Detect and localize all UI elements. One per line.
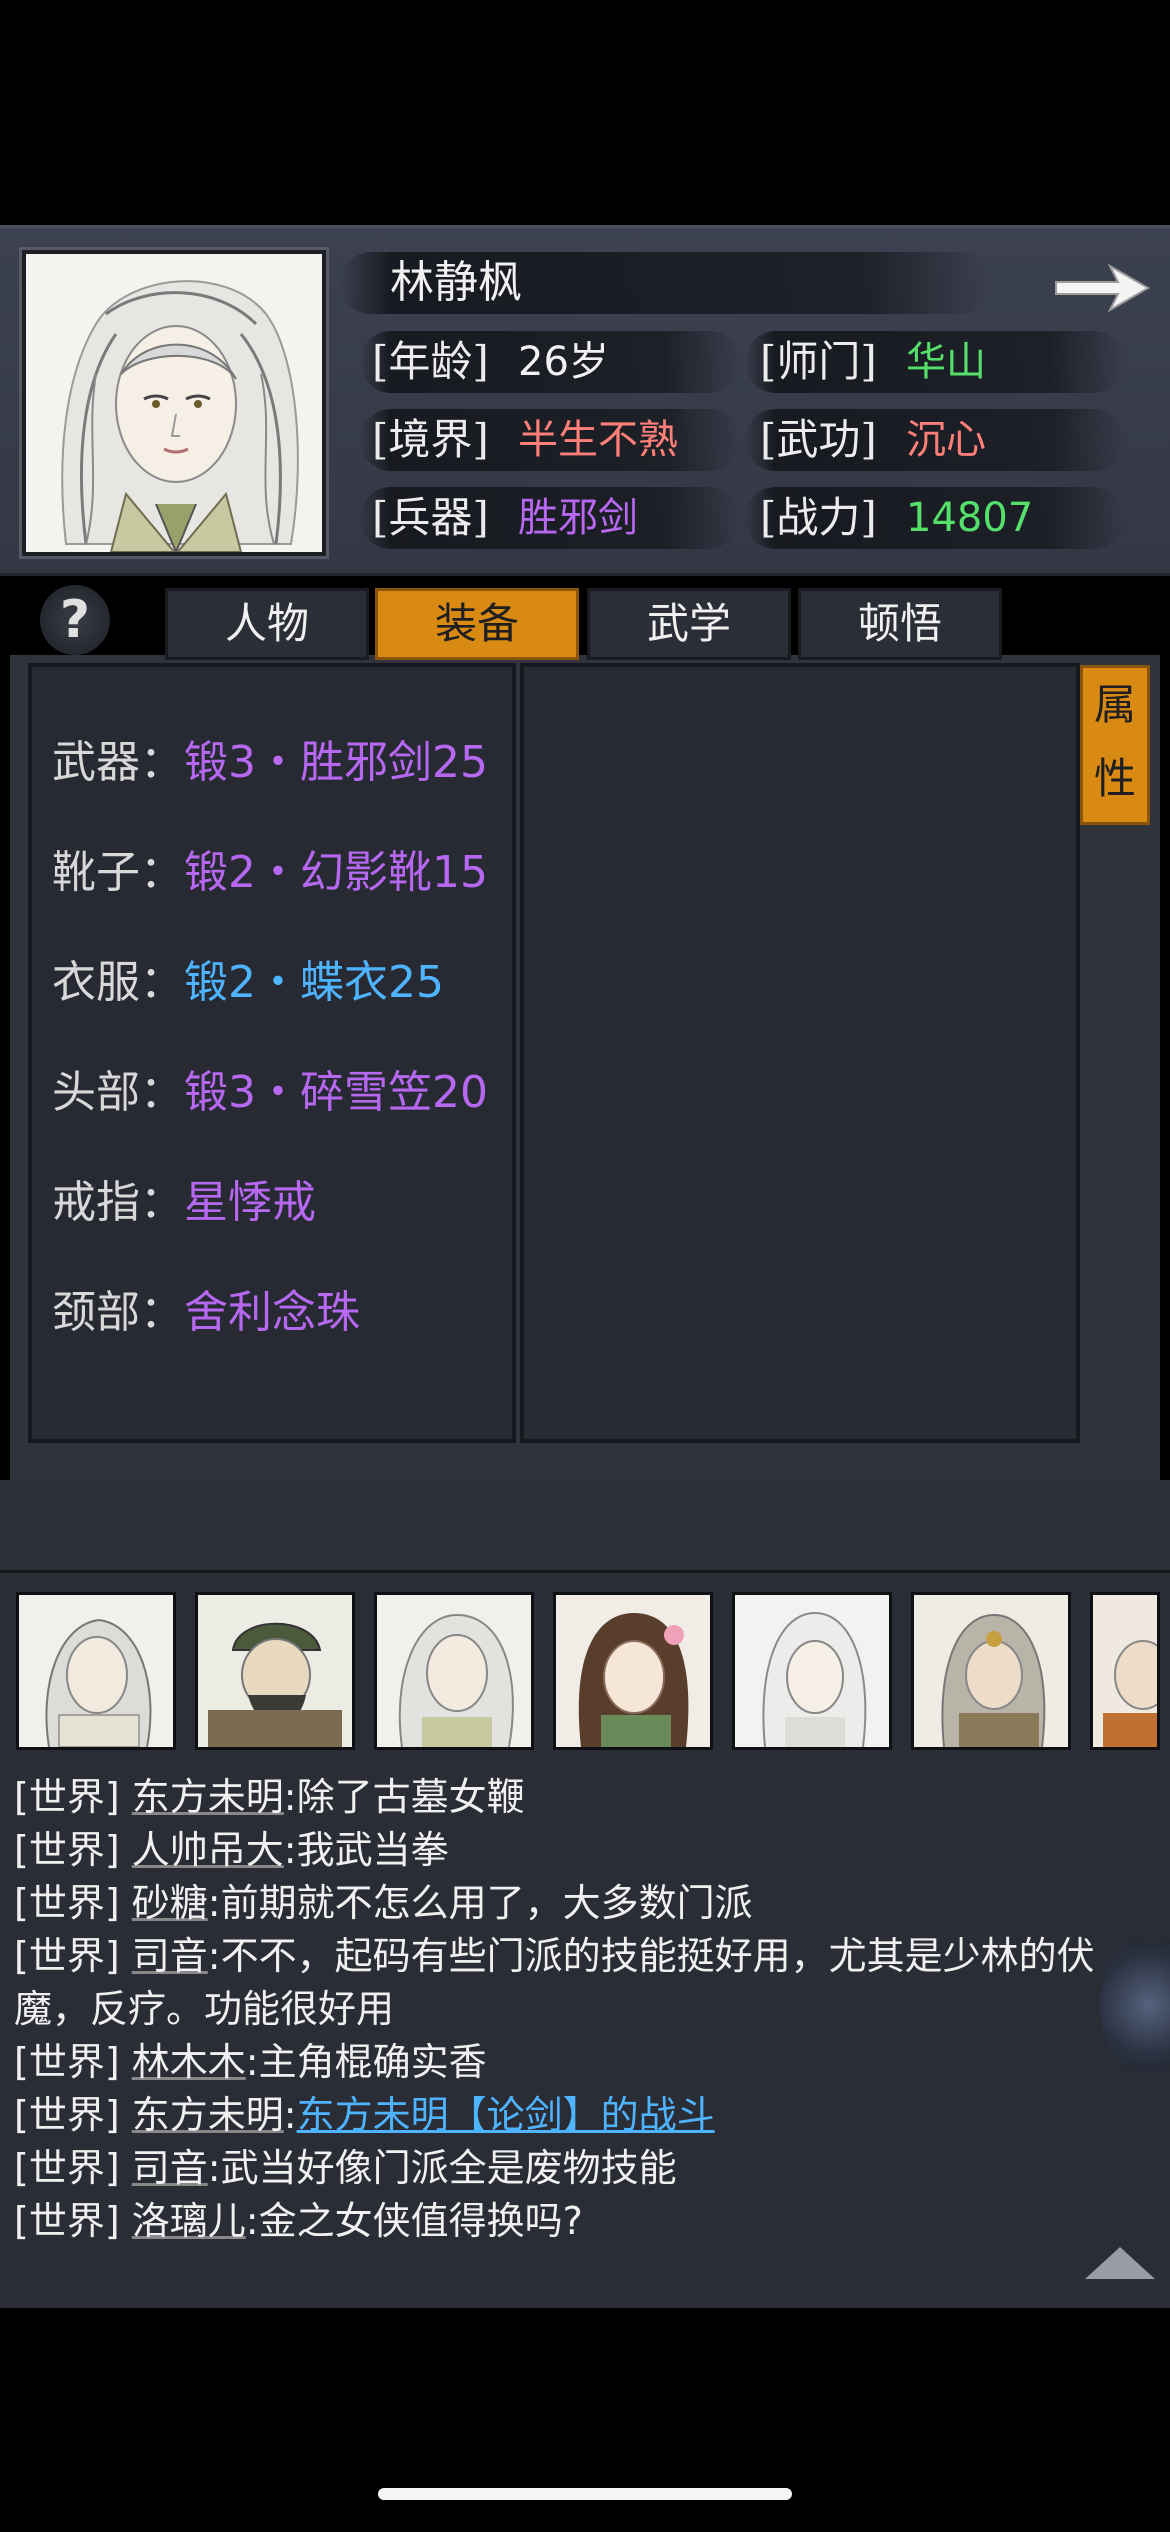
slot-label: 衣服： bbox=[52, 957, 184, 1008]
help-button[interactable]: ? bbox=[40, 585, 110, 655]
slot-label: 戒指： bbox=[52, 1177, 184, 1228]
team-avatar[interactable] bbox=[195, 1592, 355, 1750]
chat-sender[interactable]: 洛璃儿 bbox=[132, 2199, 246, 2243]
chat-message-continued: 魔，反疗。功能很好用 bbox=[14, 1983, 394, 2035]
character-name: 林静枫 bbox=[390, 257, 522, 308]
slot-label: 颈部： bbox=[52, 1287, 184, 1338]
stat-value-age: 26岁 bbox=[518, 339, 609, 385]
chat-text: :除了古墓女鞭 bbox=[283, 1775, 525, 1819]
expand-chat-triangle-icon[interactable] bbox=[1085, 2245, 1155, 2281]
stat-label-power: [战力] bbox=[760, 493, 877, 542]
stat-value-sect: 华山 bbox=[906, 339, 986, 385]
tab-character[interactable]: 人物 bbox=[165, 588, 369, 660]
portrait-illustration bbox=[26, 254, 322, 552]
slot-label: 靴子： bbox=[52, 847, 184, 898]
chat-message[interactable]: [世界] 东方未明:除了古墓女鞭 bbox=[14, 1771, 525, 1823]
stat-value-skill: 沉心 bbox=[906, 417, 986, 463]
chat-message[interactable]: [世界] 砂糖:前期就不怎么用了，大多数门派 bbox=[14, 1877, 753, 1929]
chat-sender[interactable]: 东方未明 bbox=[132, 1775, 284, 1819]
slot-item: 锻2・蝶衣25 bbox=[184, 957, 444, 1008]
equipment-detail-panel bbox=[520, 663, 1080, 1443]
chat-message[interactable]: [世界] 林木木:主角棍确实香 bbox=[14, 2036, 487, 2088]
chat-text: :金之女侠值得换吗? bbox=[245, 2199, 583, 2243]
team-avatar[interactable] bbox=[553, 1592, 713, 1750]
attributes-tab[interactable]: 属 性 bbox=[1080, 665, 1150, 825]
slot-item: 舍利念珠 bbox=[184, 1287, 360, 1338]
chat-message[interactable]: [世界] 洛璃儿:金之女侠值得换吗? bbox=[14, 2195, 583, 2247]
chat-message[interactable]: [世界] 东方未明:东方未明【论剑】的战斗 bbox=[14, 2089, 715, 2141]
chat-text: : bbox=[283, 2093, 297, 2137]
floating-menu-icon[interactable] bbox=[1100, 1940, 1170, 2070]
tab-enlightenment[interactable]: 顿悟 bbox=[798, 588, 1002, 660]
chat-sender[interactable]: 砂糖 bbox=[132, 1881, 208, 1925]
attributes-tab-char2: 性 bbox=[1093, 754, 1136, 803]
equipment-slot-ring[interactable]: 戒指：星悸戒 bbox=[52, 1168, 512, 1238]
chat-channel: [世界] bbox=[14, 1775, 120, 1819]
stat-label-realm: [境界] bbox=[372, 415, 489, 464]
next-character-arrow-icon[interactable] bbox=[1050, 258, 1154, 318]
stat-value-realm: 半生不熟 bbox=[518, 417, 678, 463]
stat-value-weapon: 胜邪剑 bbox=[518, 495, 638, 541]
home-indicator[interactable] bbox=[378, 2488, 792, 2500]
chat-message[interactable]: [世界] 司音:不不，起码有些门派的技能挺好用，尤其是少林的伏 bbox=[14, 1930, 1095, 1982]
equipment-slot-boots[interactable]: 靴子：锻2・幻影靴15 bbox=[52, 838, 512, 908]
equipment-slot-head[interactable]: 头部：锻3・碎雪笠20 bbox=[52, 1058, 512, 1128]
chat-sender[interactable]: 司音 bbox=[132, 2146, 208, 2190]
chat-channel: [世界] bbox=[14, 2199, 120, 2243]
chat-sender[interactable]: 人帅吊大 bbox=[132, 1828, 284, 1872]
equipment-slot-neck[interactable]: 颈部：舍利念珠 bbox=[52, 1278, 512, 1348]
divider-strip bbox=[0, 1480, 1170, 1570]
slot-item: 星悸戒 bbox=[184, 1177, 316, 1228]
chat-channel: [世界] bbox=[14, 2146, 120, 2190]
chat-sender[interactable]: 东方未明 bbox=[132, 2093, 284, 2137]
chat-text: :主角棍确实香 bbox=[245, 2040, 487, 2084]
slot-item: 锻2・幻影靴15 bbox=[184, 847, 488, 898]
team-avatar[interactable] bbox=[1090, 1592, 1160, 1750]
team-avatar[interactable] bbox=[732, 1592, 892, 1750]
attributes-tab-char1: 属 bbox=[1093, 680, 1136, 729]
chat-channel: [世界] bbox=[14, 1828, 120, 1872]
chat-sender[interactable]: 林木木 bbox=[132, 2040, 246, 2084]
chat-text: :前期就不怎么用了，大多数门派 bbox=[207, 1881, 753, 1925]
chat-text: :武当好像门派全是废物技能 bbox=[207, 2146, 677, 2190]
stat-value-power: 14807 bbox=[906, 495, 1034, 541]
equipment-slot-clothes[interactable]: 衣服：锻2・蝶衣25 bbox=[52, 948, 512, 1018]
chat-message[interactable]: [世界] 人帅吊大:我武当拳 bbox=[14, 1824, 449, 1876]
character-portrait[interactable] bbox=[22, 250, 326, 556]
stat-label-sect: [师门] bbox=[760, 337, 877, 386]
tab-equipment[interactable]: 装备 bbox=[375, 588, 579, 660]
stat-label-age: [年龄] bbox=[372, 337, 489, 386]
slot-item: 锻3・碎雪笠20 bbox=[184, 1067, 488, 1118]
battle-link[interactable]: 东方未明【论剑】的战斗 bbox=[297, 2093, 715, 2137]
chat-channel: [世界] bbox=[14, 2040, 120, 2084]
stat-label-skill: [武功] bbox=[760, 415, 877, 464]
slot-item: 锻3・胜邪剑25 bbox=[184, 737, 488, 788]
stat-label-weapon: [兵器] bbox=[372, 493, 489, 542]
tab-martial-arts[interactable]: 武学 bbox=[587, 588, 791, 660]
team-avatar[interactable] bbox=[374, 1592, 534, 1750]
team-avatar[interactable] bbox=[16, 1592, 176, 1750]
chat-channel: [世界] bbox=[14, 1934, 120, 1978]
chat-channel: [世界] bbox=[14, 1881, 120, 1925]
character-header: 林静枫 [年龄] 26岁 [师门] 华山 [境界] 半生不熟 [武功] 沉心 [… bbox=[0, 225, 1170, 576]
chat-sender[interactable]: 司音 bbox=[132, 1934, 208, 1978]
chat-message[interactable]: [世界] 司音:武当好像门派全是废物技能 bbox=[14, 2142, 677, 2194]
slot-label: 头部： bbox=[52, 1067, 184, 1118]
team-avatar[interactable] bbox=[911, 1592, 1071, 1750]
equipment-slot-weapon[interactable]: 武器：锻3・胜邪剑25 bbox=[52, 728, 512, 798]
chat-text: :我武当拳 bbox=[283, 1828, 449, 1872]
chat-text: :不不，起码有些门派的技能挺好用，尤其是少林的伏 bbox=[207, 1934, 1095, 1978]
chat-text: 魔，反疗。功能很好用 bbox=[14, 1987, 395, 2031]
chat-channel: [世界] bbox=[14, 2093, 120, 2137]
slot-label: 武器： bbox=[52, 737, 184, 788]
